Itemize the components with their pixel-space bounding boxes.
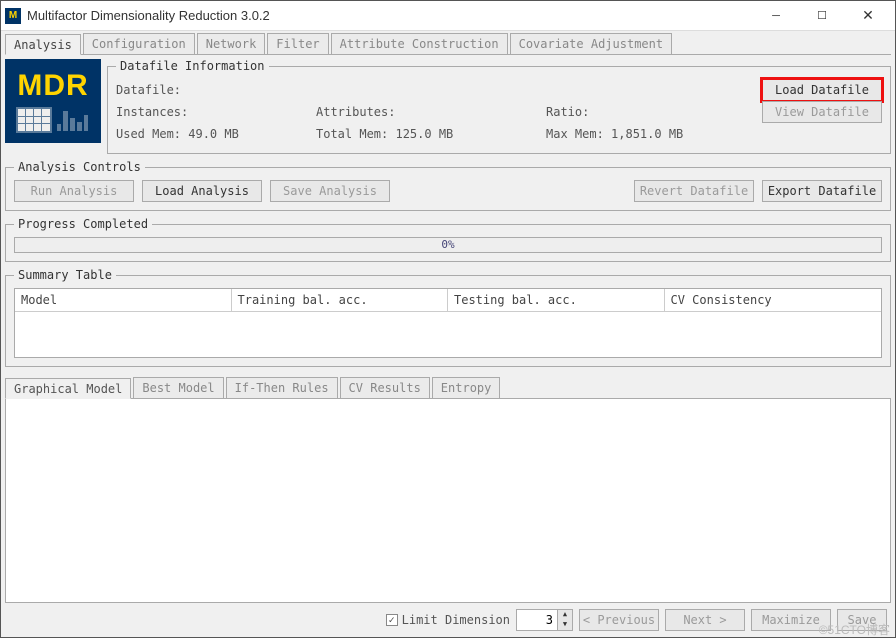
previous-button[interactable]: < Previous xyxy=(579,609,659,631)
datafile-information: Datafile Information Datafile: Load Data… xyxy=(107,59,891,154)
tab-configuration[interactable]: Configuration xyxy=(83,33,195,54)
limit-dimension-input[interactable] xyxy=(517,613,557,627)
mdr-logo: MDR xyxy=(5,59,101,143)
main-tabs: Analysis Configuration Network Filter At… xyxy=(5,33,891,55)
bottom-bar: ✓ Limit Dimension ▲ ▼ < Previous Next > … xyxy=(5,603,891,633)
subtab-best-model[interactable]: Best Model xyxy=(133,377,223,398)
window-title: Multifactor Dimensionality Reduction 3.0… xyxy=(27,8,753,23)
logo-text: MDR xyxy=(17,69,88,103)
tab-network[interactable]: Network xyxy=(197,33,266,54)
progress-legend: Progress Completed xyxy=(14,217,152,231)
next-button[interactable]: Next > xyxy=(665,609,745,631)
tab-filter[interactable]: Filter xyxy=(267,33,328,54)
tab-covariate-adjustment[interactable]: Covariate Adjustment xyxy=(510,33,673,54)
app-icon: M xyxy=(5,8,21,24)
app-window: M Multifactor Dimensionality Reduction 3… xyxy=(0,0,896,638)
revert-datafile-button[interactable]: Revert Datafile xyxy=(634,180,754,202)
ratio-label: Ratio: xyxy=(546,105,762,119)
maximize-button[interactable]: ☐ xyxy=(799,2,845,30)
analysis-controls-legend: Analysis Controls xyxy=(14,160,145,174)
minimize-button[interactable]: ─ xyxy=(753,2,799,30)
summary-header-model: Model xyxy=(15,289,232,312)
titlebar: M Multifactor Dimensionality Reduction 3… xyxy=(1,1,895,31)
sub-tabs: Graphical Model Best Model If-Then Rules… xyxy=(5,377,891,399)
datafile-label: Datafile: xyxy=(116,83,316,97)
spinner-up-icon[interactable]: ▲ xyxy=(558,610,572,620)
subtab-if-then-rules[interactable]: If-Then Rules xyxy=(226,377,338,398)
progress-bar: 0% xyxy=(14,237,882,253)
summary-header-testing: Testing bal. acc. xyxy=(448,289,665,312)
subtab-entropy[interactable]: Entropy xyxy=(432,377,501,398)
summary-header-cv: CV Consistency xyxy=(665,289,882,312)
datafile-legend: Datafile Information xyxy=(116,59,269,73)
summary-header-training: Training bal. acc. xyxy=(232,289,449,312)
summary-grid: Model Training bal. acc. Testing bal. ac… xyxy=(14,288,882,358)
limit-dimension-label: Limit Dimension xyxy=(402,613,510,627)
load-analysis-button[interactable]: Load Analysis xyxy=(142,180,262,202)
sub-panel: Graphical Model Best Model If-Then Rules… xyxy=(5,377,891,633)
tab-analysis[interactable]: Analysis xyxy=(5,34,81,55)
sub-body xyxy=(5,399,891,603)
save-view-button[interactable]: Save xyxy=(837,609,887,631)
limit-dimension-spinner[interactable]: ▲ ▼ xyxy=(516,609,573,631)
progress-completed: Progress Completed 0% xyxy=(5,217,891,262)
top-row: MDR Datafile Information Datafile: Load … xyxy=(5,59,891,154)
summary-legend: Summary Table xyxy=(14,268,116,282)
summary-table: Summary Table Model Training bal. acc. T… xyxy=(5,268,891,367)
total-mem: Total Mem: 125.0 MB xyxy=(316,127,546,141)
close-button[interactable]: ✕ xyxy=(845,2,891,30)
view-datafile-button[interactable]: View Datafile xyxy=(762,101,882,123)
window-controls: ─ ☐ ✕ xyxy=(753,2,891,30)
limit-dimension-checkbox[interactable]: ✓ Limit Dimension xyxy=(386,613,510,627)
export-datafile-button[interactable]: Export Datafile xyxy=(762,180,882,202)
check-icon: ✓ xyxy=(386,614,398,626)
save-analysis-button[interactable]: Save Analysis xyxy=(270,180,390,202)
content-area: Analysis Configuration Network Filter At… xyxy=(1,31,895,637)
used-mem: Used Mem: 49.0 MB xyxy=(116,127,316,141)
instances-label: Instances: xyxy=(116,105,316,119)
analysis-controls: Analysis Controls Run Analysis Load Anal… xyxy=(5,160,891,211)
logo-graphic xyxy=(16,107,91,133)
progress-text: 0% xyxy=(441,238,454,251)
subtab-graphical-model[interactable]: Graphical Model xyxy=(5,378,131,399)
load-datafile-button[interactable]: Load Datafile xyxy=(762,79,882,101)
max-mem: Max Mem: 1,851.0 MB xyxy=(546,127,762,141)
tab-attribute-construction[interactable]: Attribute Construction xyxy=(331,33,508,54)
attributes-label: Attributes: xyxy=(316,105,546,119)
spinner-down-icon[interactable]: ▼ xyxy=(558,620,572,630)
subtab-cv-results[interactable]: CV Results xyxy=(340,377,430,398)
maximize-view-button[interactable]: Maximize xyxy=(751,609,831,631)
run-analysis-button[interactable]: Run Analysis xyxy=(14,180,134,202)
